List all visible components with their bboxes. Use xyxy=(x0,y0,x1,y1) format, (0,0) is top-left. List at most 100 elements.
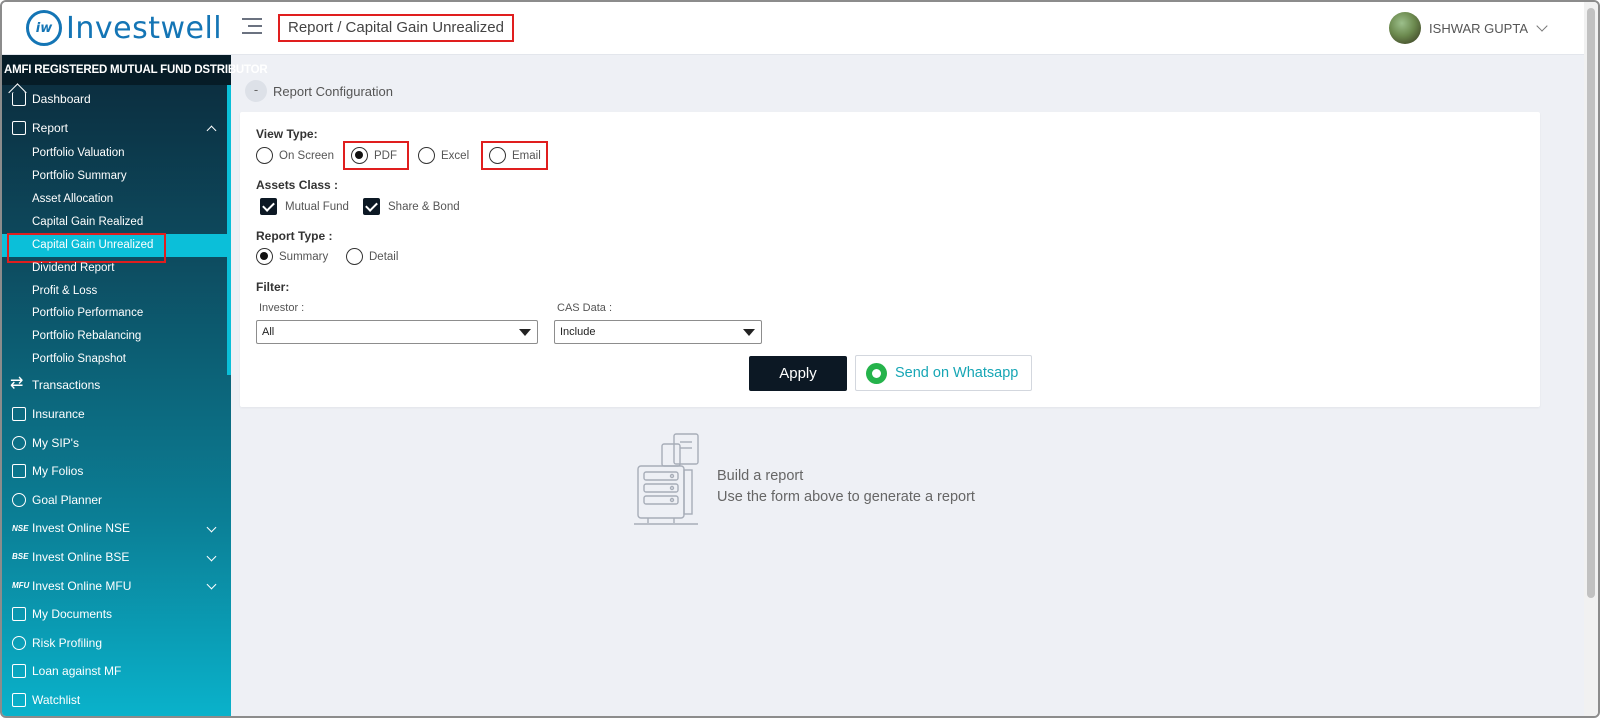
sidebar-subitem-asset-allocation[interactable]: Asset Allocation xyxy=(2,188,231,211)
view-type-on-screen-radio[interactable]: On Screen xyxy=(256,147,334,164)
report-type-detail-radio[interactable]: Detail xyxy=(346,248,398,265)
sidebar: AMFI REGISTERED MUTUAL FUND DSTRIBUTOR D… xyxy=(2,55,268,716)
nse-icon: NSE xyxy=(12,523,29,533)
menu-toggle-icon[interactable] xyxy=(242,18,262,38)
option-label: Detail xyxy=(369,250,399,263)
apply-button[interactable]: Apply xyxy=(749,356,847,391)
sidebar-item-label: Invest Online BSE xyxy=(32,549,130,564)
whatsapp-icon xyxy=(866,362,887,384)
view-type-email-radio[interactable]: Email xyxy=(489,147,541,164)
option-label: Summary xyxy=(279,250,329,263)
option-label: Mutual Fund xyxy=(285,200,349,213)
view-type-excel-radio[interactable]: Excel xyxy=(418,147,469,164)
chevron-down-icon[interactable] xyxy=(206,551,217,562)
chevron-down-icon[interactable] xyxy=(1536,20,1548,32)
sidebar-item-label: Report xyxy=(32,120,69,135)
sidebar-item-label: Invest Online MFU xyxy=(32,578,132,593)
assets-class-label: Assets Class : xyxy=(256,178,339,192)
radio-checked-icon[interactable] xyxy=(351,147,368,164)
sidebar-subitem-dividend-report[interactable]: Dividend Report xyxy=(2,257,231,280)
sidebar-item-invest-online-nse[interactable]: NSE Invest Online NSE xyxy=(2,514,231,543)
watchlist-icon xyxy=(12,692,26,707)
radio-unchecked-icon[interactable] xyxy=(489,147,506,164)
sidebar-item-watchlist[interactable]: Watchlist xyxy=(2,686,231,715)
chevron-down-icon[interactable] xyxy=(206,579,217,590)
sidebar-item-transactions[interactable]: Transactions xyxy=(2,371,231,400)
sidebar-subitem-portfolio-performance[interactable]: Portfolio Performance xyxy=(2,302,231,325)
sidebar-item-risk-profiling[interactable]: Risk Profiling xyxy=(2,628,231,657)
bse-icon: BSE xyxy=(12,552,29,562)
app-window: iw Investwell Report / Capital Gain Unre… xyxy=(0,0,1600,718)
option-label: Email xyxy=(512,149,541,162)
chevron-down-icon[interactable] xyxy=(206,522,217,533)
sidebar-subitem-portfolio-summary[interactable]: Portfolio Summary xyxy=(2,165,231,188)
option-label: On Screen xyxy=(279,149,334,162)
sidebar-subitem-capital-gain-unrealized[interactable]: Capital Gain Unrealized xyxy=(2,232,231,263)
sidebar-subitem-profit-loss[interactable]: Profit & Loss xyxy=(2,280,231,303)
sidebar-item-loan-against-mf[interactable]: Loan against MF xyxy=(2,657,231,686)
sidebar-item-label: Risk Profiling xyxy=(32,635,103,650)
folio-icon xyxy=(12,464,26,479)
radio-unchecked-icon[interactable] xyxy=(256,147,273,164)
option-label: PDF xyxy=(374,149,397,162)
dropdown-caret-icon[interactable] xyxy=(519,329,531,336)
sidebar-item-goal-planner[interactable]: Goal Planner xyxy=(2,485,231,514)
empty-state-subtitle: Use the form above to generate a report xyxy=(717,489,975,505)
sidebar-item-my-sips[interactable]: My SIP's xyxy=(2,428,231,457)
collapse-toggle-button[interactable]: - xyxy=(245,80,267,102)
report-type-summary-radio[interactable]: Summary xyxy=(256,248,328,265)
mfu-icon: MFU xyxy=(12,581,30,591)
view-type-label: View Type: xyxy=(256,127,318,141)
view-type-pdf-radio[interactable]: PDF xyxy=(351,147,397,164)
sidebar-item-report[interactable]: Report xyxy=(2,114,231,143)
sidebar-item-label: Insurance xyxy=(32,406,85,421)
user-name[interactable]: ISHWAR GUPTA xyxy=(1429,21,1528,36)
breadcrumb: Report / Capital Gain Unrealized xyxy=(278,14,514,42)
insurance-icon xyxy=(12,406,26,421)
sidebar-subitem-portfolio-rebalancing[interactable]: Portfolio Rebalancing xyxy=(2,325,231,348)
avatar[interactable] xyxy=(1389,12,1422,44)
sidebar-subitem-capital-gain-realized[interactable]: Capital Gain Realized xyxy=(2,211,231,234)
scrollbar-thumb[interactable] xyxy=(1587,8,1595,598)
dropdown-caret-icon[interactable] xyxy=(743,329,755,336)
cas-data-select[interactable]: Include xyxy=(554,320,762,344)
radio-unchecked-icon[interactable] xyxy=(346,248,363,265)
home-icon xyxy=(12,92,26,107)
user-menu[interactable]: ISHWAR GUPTA xyxy=(1389,12,1548,44)
sidebar-subitem-portfolio-valuation[interactable]: Portfolio Valuation xyxy=(2,142,231,165)
empty-state-title: Build a report xyxy=(717,468,804,484)
option-label: Share & Bond xyxy=(388,200,460,213)
sidebar-item-label: My Folios xyxy=(32,464,84,479)
sidebar-item-label: Watchlist xyxy=(32,692,81,707)
sidebar-item-my-folios[interactable]: My Folios xyxy=(2,457,231,486)
report-configuration-title: Report Configuration xyxy=(273,83,393,99)
chevron-up-icon[interactable] xyxy=(206,125,217,136)
checkbox-checked-icon[interactable] xyxy=(260,198,277,215)
radio-unchecked-icon[interactable] xyxy=(418,147,435,164)
mutual-fund-checkbox[interactable]: Mutual Fund xyxy=(260,198,349,215)
whatsapp-button-label: Send on Whatsapp xyxy=(895,365,1019,381)
empty-state-message: Build a report Use the form above to gen… xyxy=(717,466,975,508)
investor-select[interactable]: All xyxy=(256,320,538,344)
option-label: Excel xyxy=(441,149,470,162)
sidebar-item-label: My SIP's xyxy=(32,435,79,450)
checkbox-checked-icon[interactable] xyxy=(363,198,380,215)
sidebar-item-invest-online-bse[interactable]: BSE Invest Online BSE xyxy=(2,543,231,572)
sidebar-item-dashboard[interactable]: Dashboard xyxy=(2,85,231,114)
share-bond-checkbox[interactable]: Share & Bond xyxy=(363,198,460,215)
report-type-label: Report Type : xyxy=(256,229,333,243)
sidebar-subitem-portfolio-snapshot[interactable]: Portfolio Snapshot xyxy=(2,348,231,371)
report-configuration-header[interactable]: - Report Configuration xyxy=(245,80,393,102)
sidebar-item-invest-online-mfu[interactable]: MFU Invest Online MFU xyxy=(2,571,231,600)
sidebar-item-insurance[interactable]: Insurance xyxy=(2,400,231,429)
loan-icon xyxy=(12,664,26,679)
page-scrollbar[interactable] xyxy=(1584,2,1598,716)
cas-data-select-value: Include xyxy=(560,326,596,338)
filter-label: Filter: xyxy=(256,280,290,294)
report-icon xyxy=(12,120,26,135)
radio-checked-icon[interactable] xyxy=(256,248,273,265)
sidebar-item-my-documents[interactable]: My Documents xyxy=(2,600,231,629)
investwell-logo[interactable]: iw Investwell xyxy=(26,10,222,46)
send-on-whatsapp-button[interactable]: Send on Whatsapp xyxy=(855,355,1032,391)
sidebar-item-label: Invest Online NSE xyxy=(32,521,131,536)
